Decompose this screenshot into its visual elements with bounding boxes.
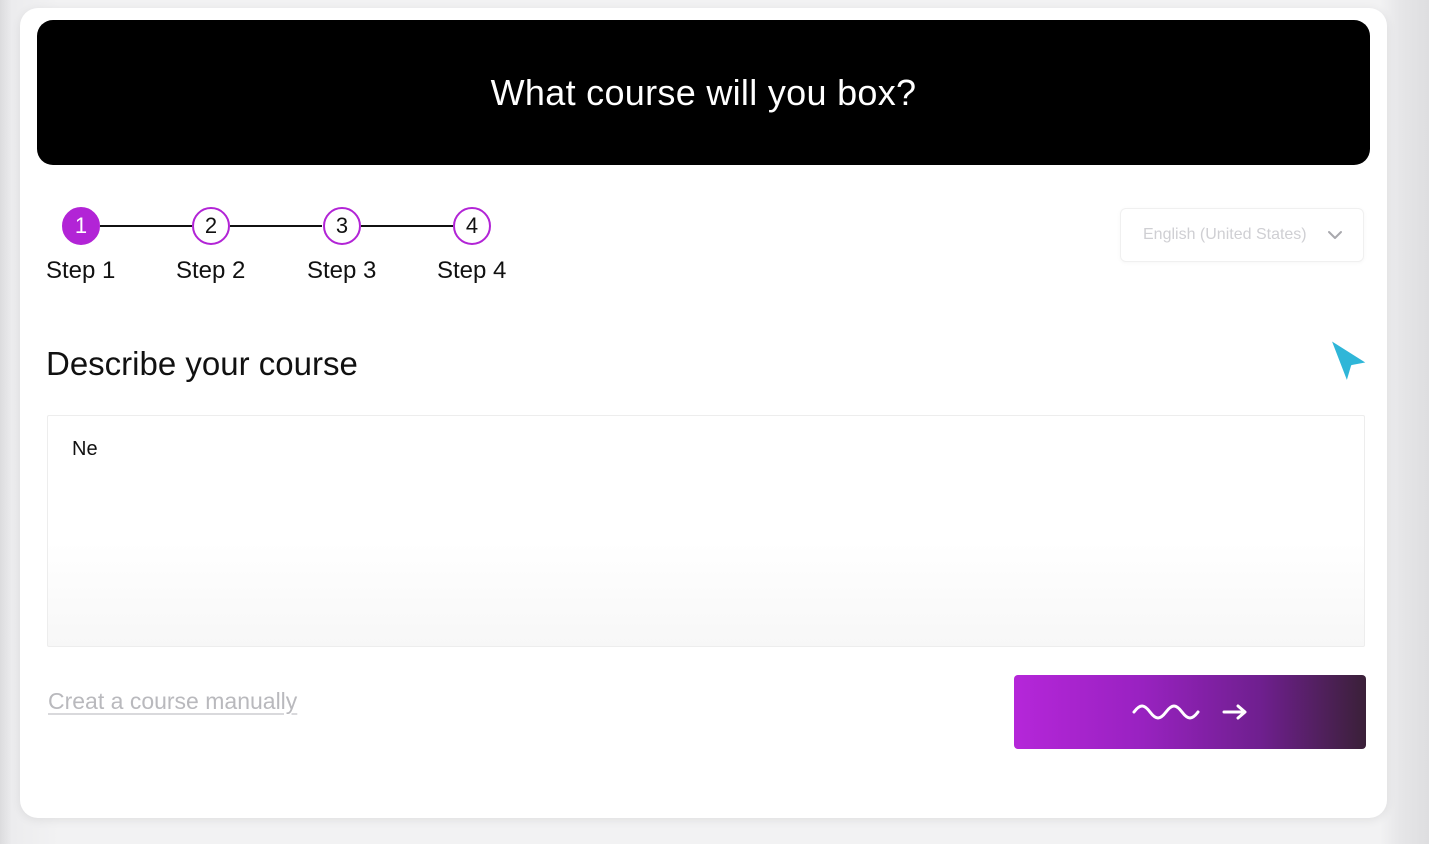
- step-3-label: Step 3: [307, 257, 377, 284]
- language-select-value: English (United States): [1143, 226, 1307, 243]
- step-connector: [361, 225, 453, 227]
- step-connector: [100, 225, 192, 227]
- step-4-label: Step 4: [437, 257, 507, 284]
- arrow-right-icon: [1222, 704, 1247, 720]
- language-select[interactable]: English (United States): [1120, 208, 1364, 262]
- generate-course-button[interactable]: [1014, 675, 1366, 749]
- step-2-label: Step 2: [176, 257, 246, 284]
- create-manually-link[interactable]: Creat a course manually: [48, 688, 297, 715]
- page-header: What course will you box?: [37, 20, 1370, 165]
- step-1-indicator[interactable]: 1: [62, 207, 100, 245]
- page-title: What course will you box?: [490, 71, 917, 113]
- step-1-label: Step 1: [46, 257, 116, 284]
- course-description-textarea[interactable]: Ne: [47, 415, 1365, 647]
- step-2-indicator[interactable]: 2: [192, 207, 230, 245]
- section-title: Describe your course: [46, 345, 358, 382]
- wave-icon: [1132, 704, 1200, 720]
- chevron-down-icon: [1328, 231, 1342, 239]
- step-3-indicator[interactable]: 3: [323, 207, 361, 245]
- step-4-indicator[interactable]: 4: [453, 207, 491, 245]
- mouse-cursor-icon: [1329, 338, 1369, 384]
- stepper: 1 2 3 4 Step 1 Step 2 Step 3 Step 4: [46, 205, 526, 295]
- step-connector: [230, 225, 322, 227]
